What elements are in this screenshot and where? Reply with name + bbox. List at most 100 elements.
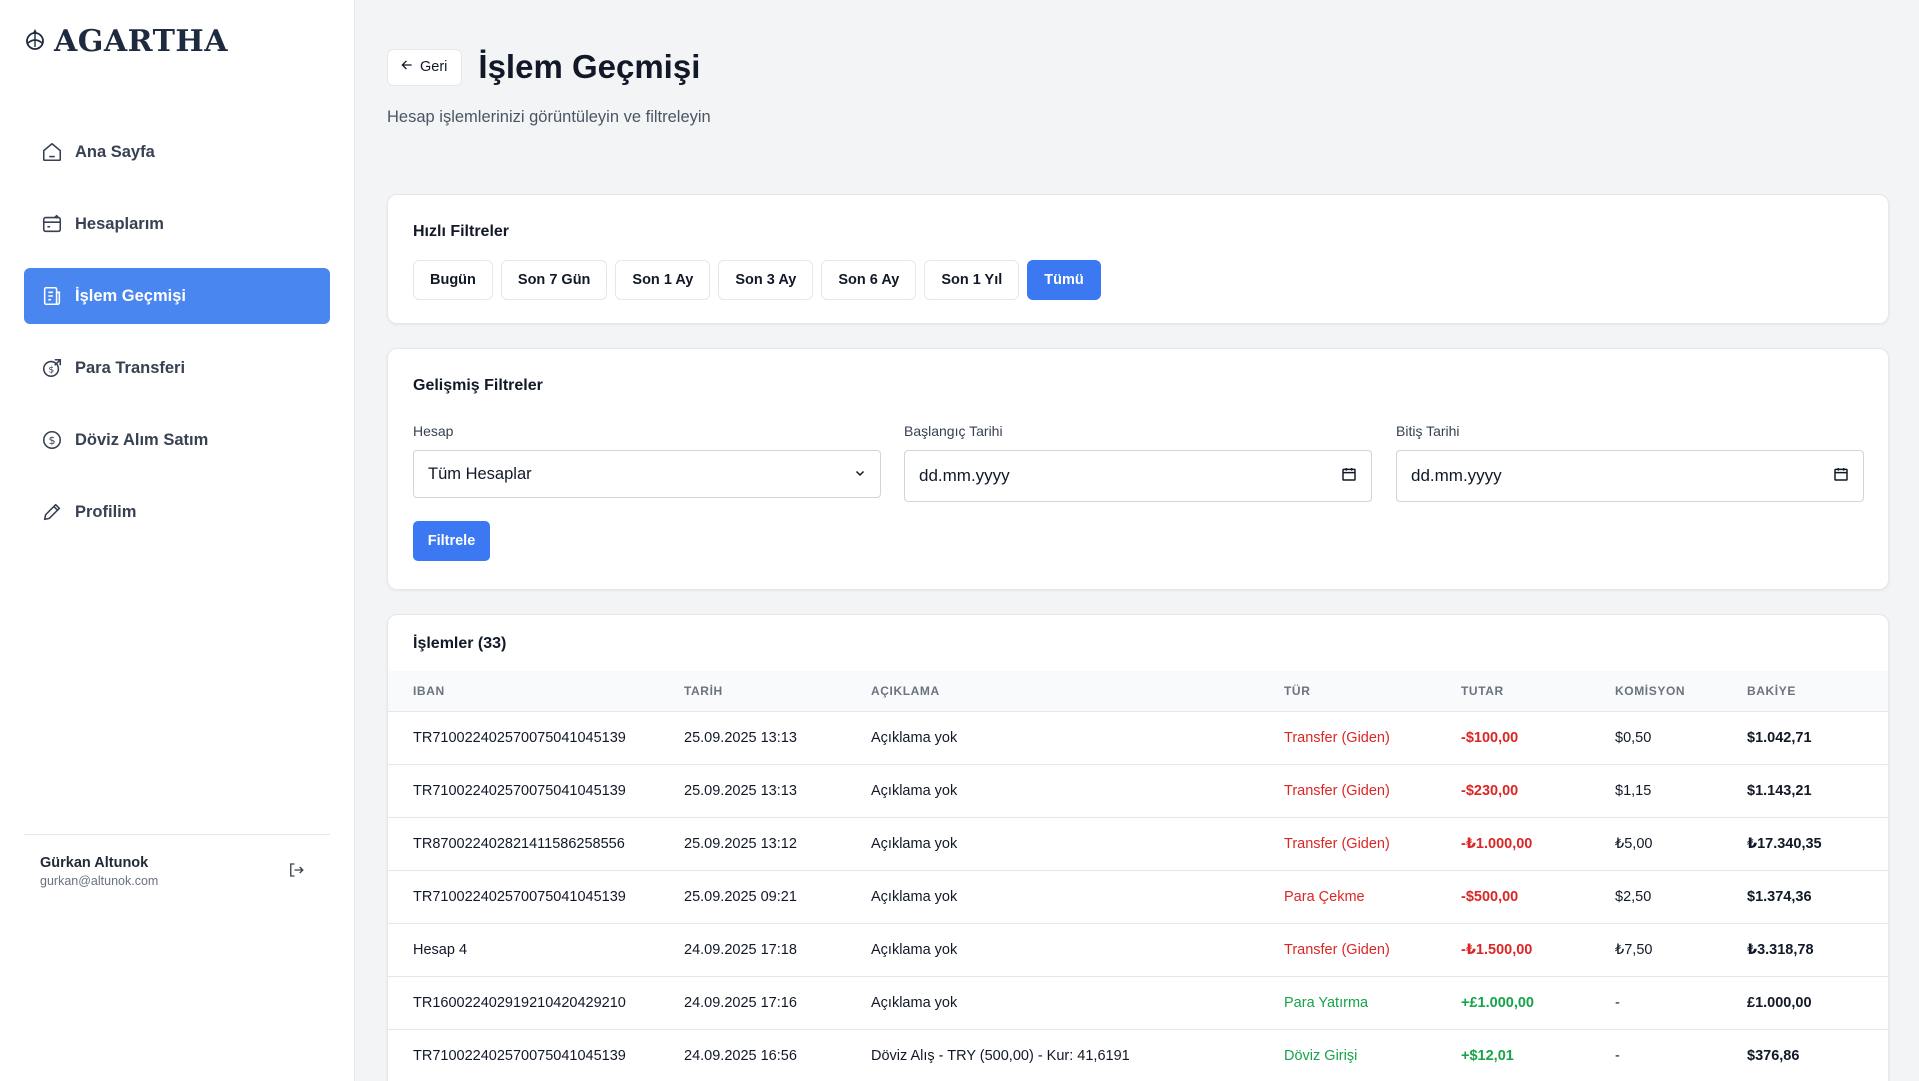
cell-fee: $1,15 [1615, 782, 1652, 799]
start-date-input[interactable]: dd.mm.yyyy [904, 450, 1372, 502]
end-date-label: Bitiş Tarihi [1396, 423, 1460, 439]
cell-balance: $1.374,36 [1747, 888, 1812, 905]
filter-today-button[interactable]: Bugün [413, 260, 493, 300]
table-row[interactable]: TR160022402919210420429210 24.09.2025 17… [388, 976, 1888, 1029]
table-row[interactable]: TR870022402821411586258556 25.09.2025 13… [388, 817, 1888, 870]
column-header-type[interactable]: TÜR [1284, 671, 1461, 711]
cell-description: Döviz Alış - TRY (500,00) - Kur: 41,6191 [871, 1047, 1130, 1064]
table-row[interactable]: TR710022402570075041045139 25.09.2025 13… [388, 711, 1888, 764]
sidebar-item-profile[interactable]: Profilim [24, 484, 330, 540]
cell-amount: -₺1.500,00 [1461, 941, 1533, 958]
table-header-row: IBAN TARİH AÇIKLAMA TÜR TUTAR KOMİSYON B… [388, 671, 1888, 711]
cell-type: Para Yatırma [1284, 994, 1369, 1011]
cell-amount: -$500,00 [1461, 888, 1519, 905]
table-row[interactable]: Hesap 4 24.09.2025 17:18 Açıklama yok Tr… [388, 923, 1888, 976]
cell-date: 25.09.2025 13:13 [684, 782, 797, 799]
cell-fee: $2,50 [1615, 888, 1652, 905]
cell-type: Para Çekme [1284, 888, 1365, 905]
cell-amount: +$12,01 [1461, 1047, 1514, 1064]
cell-iban: TR160022402919210420429210 [413, 994, 626, 1011]
sidebar-item-home[interactable]: Ana Sayfa [24, 124, 330, 180]
sidebar-item-accounts[interactable]: Hesaplarım [24, 196, 330, 252]
cell-amount: -$100,00 [1461, 729, 1519, 746]
cell-balance: ₺17.340,35 [1747, 835, 1822, 852]
dollar-icon: $ [39, 427, 65, 453]
table-row[interactable]: TR710022402570075041045139 25.09.2025 13… [388, 764, 1888, 817]
advanced-filters-title: Gelişmiş Filtreler [413, 377, 543, 394]
back-button-label: Geri [420, 59, 448, 75]
cell-type: Transfer (Giden) [1284, 782, 1390, 799]
column-header-balance[interactable]: BAKİYE [1747, 671, 1888, 711]
brand-name: AGARTHA [54, 24, 229, 59]
column-header-description[interactable]: AÇIKLAMA [871, 671, 1284, 711]
table-row[interactable]: TR710022402570075041045139 24.09.2025 16… [388, 1029, 1888, 1081]
column-header-amount[interactable]: TUTAR [1461, 671, 1615, 711]
page-subtitle: Hesap işlemlerinizi görüntüleyin ve filt… [387, 108, 711, 126]
account-select-value: Tüm Hesaplar [428, 464, 532, 483]
cell-balance: $376,86 [1747, 1047, 1800, 1064]
cell-iban: TR710022402570075041045139 [413, 1047, 626, 1064]
page-header: Geri İşlem Geçmişi [387, 48, 700, 86]
sidebar-item-label: İşlem Geçmişi [75, 286, 186, 305]
filter-3-months-button[interactable]: Son 3 Ay [718, 260, 814, 300]
filter-6-months-button[interactable]: Son 6 Ay [821, 260, 917, 300]
filter-7-days-button[interactable]: Son 7 Gün [500, 260, 608, 300]
accounts-icon [39, 211, 65, 237]
end-date-input[interactable]: dd.mm.yyyy [1396, 450, 1864, 502]
cell-iban: TR870022402821411586258556 [413, 835, 625, 852]
calendar-icon[interactable] [1341, 466, 1357, 487]
cell-amount: -$230,00 [1461, 782, 1519, 799]
cell-date: 24.09.2025 17:18 [684, 941, 797, 958]
sidebar-item-label: Ana Sayfa [75, 142, 155, 161]
column-header-date[interactable]: TARİH [684, 671, 871, 711]
quick-filters-title: Hızlı Filtreler [413, 223, 510, 240]
cell-fee: $0,50 [1615, 729, 1652, 746]
filter-1-month-button[interactable]: Son 1 Ay [615, 260, 711, 300]
table-row[interactable]: TR710022402570075041045139 25.09.2025 09… [388, 870, 1888, 923]
cell-iban: TR710022402570075041045139 [413, 888, 626, 905]
cell-iban: Hesap 4 [413, 941, 468, 958]
cell-description: Açıklama yok [871, 729, 958, 746]
cell-description: Açıklama yok [871, 941, 958, 958]
arrow-left-icon [400, 58, 414, 76]
cell-balance: $1.042,71 [1747, 729, 1812, 746]
sidebar-item-exchange[interactable]: $ Döviz Alım Satım [24, 412, 330, 468]
filter-all-button[interactable]: Tümü [1027, 260, 1101, 300]
account-select[interactable]: Tüm Hesaplar [413, 450, 881, 498]
transactions-card: İşlemler (33) IBAN TARİH AÇIKLAMA TÜR TU… [387, 614, 1889, 1081]
cell-date: 24.09.2025 16:56 [684, 1047, 797, 1064]
cell-description: Açıklama yok [871, 835, 958, 852]
transfer-icon: $ [39, 355, 65, 381]
sidebar-item-transactions[interactable]: İşlem Geçmişi [24, 268, 330, 324]
chevron-down-icon [854, 465, 866, 484]
brand-logo[interactable]: AGARTHA [24, 24, 228, 59]
advanced-filters-card: Gelişmiş Filtreler Hesap Tüm Hesaplar Ba… [387, 348, 1889, 590]
sidebar-item-transfer[interactable]: $ Para Transferi [24, 340, 330, 396]
pencil-icon [39, 499, 65, 525]
column-header-iban[interactable]: IBAN [388, 671, 684, 711]
calendar-icon[interactable] [1833, 466, 1849, 487]
back-button[interactable]: Geri [387, 48, 463, 86]
cell-amount: +£1.000,00 [1461, 994, 1534, 1011]
cell-date: 25.09.2025 13:13 [684, 729, 797, 746]
sidebar: AGARTHA Ana Sayfa Hesaplarım İşlem Geçmi… [0, 0, 355, 1081]
sidebar-item-label: Para Transferi [75, 358, 186, 377]
apply-filter-button[interactable]: Filtrele [413, 521, 490, 561]
svg-text:$: $ [49, 434, 56, 447]
sidebar-item-label: Hesaplarım [75, 214, 164, 233]
cell-type: Transfer (Giden) [1284, 835, 1390, 852]
cell-iban: TR710022402570075041045139 [413, 782, 626, 799]
user-name: Gürkan Altunok [40, 855, 149, 871]
cell-fee: ₺5,00 [1615, 835, 1653, 852]
transactions-title: İşlemler (33) [413, 635, 507, 652]
column-header-fee[interactable]: KOMİSYON [1615, 671, 1747, 711]
logout-icon[interactable] [287, 861, 307, 881]
end-date-value: dd.mm.yyyy [1411, 466, 1502, 485]
cell-fee: - [1615, 1047, 1620, 1064]
cell-type: Döviz Girişi [1284, 1047, 1358, 1064]
filter-1-year-button[interactable]: Son 1 Yıl [924, 260, 1020, 300]
transactions-table: IBAN TARİH AÇIKLAMA TÜR TUTAR KOMİSYON B… [388, 671, 1888, 1081]
receipt-icon [39, 283, 65, 309]
quick-filter-buttons: Bugün Son 7 Gün Son 1 Ay Son 3 Ay Son 6 … [413, 260, 1101, 300]
cell-date: 24.09.2025 17:16 [684, 994, 797, 1011]
